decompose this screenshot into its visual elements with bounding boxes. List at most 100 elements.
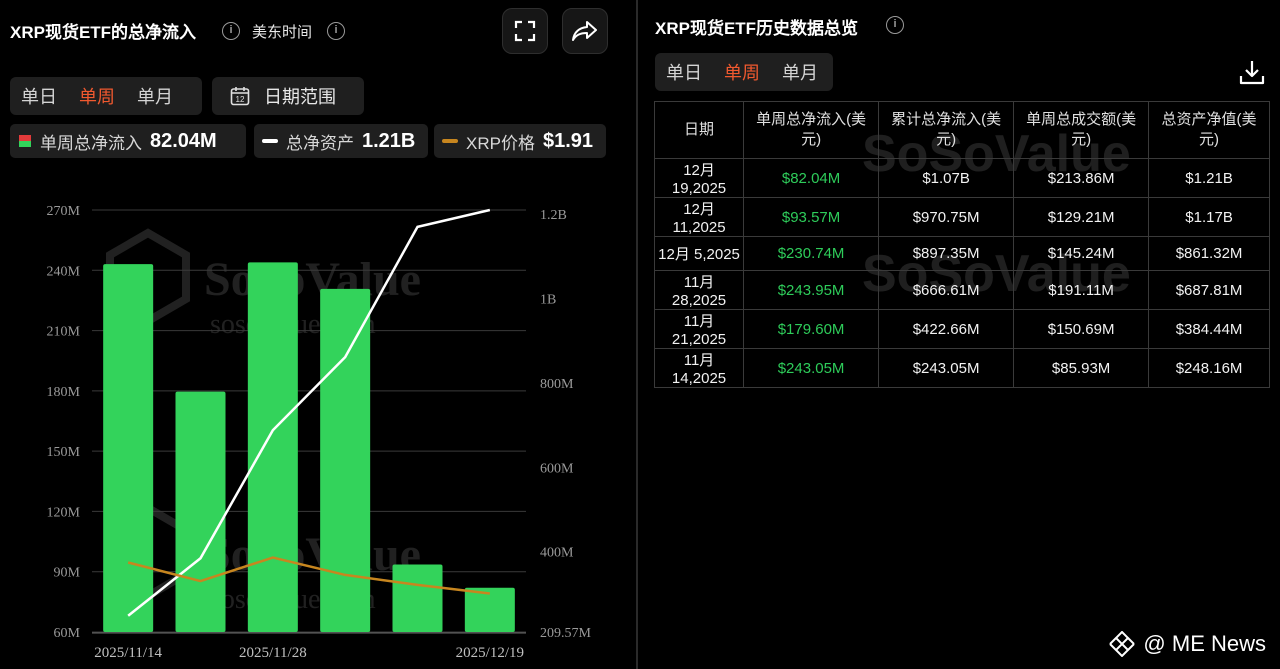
history-tab-month[interactable]: 单月 bbox=[771, 59, 829, 85]
table-cell: 11月 28,2025 bbox=[653, 270, 745, 310]
table-cell: $384.44M bbox=[1148, 309, 1270, 349]
y-right-tick-label: 1B bbox=[540, 293, 556, 308]
table-cell: $897.35M bbox=[878, 236, 1015, 271]
line-legend-icon bbox=[262, 139, 278, 143]
table-cell: $230.74M bbox=[743, 236, 880, 271]
y-left-tick-label: 150M bbox=[47, 445, 81, 460]
table-header-row: 日期 单周总净流入(美元) 累计总净流入(美元) 单周总成交额(美元) 总资产净… bbox=[653, 101, 1270, 159]
header-volume[interactable]: 单周总成交额(美元) bbox=[1013, 101, 1150, 159]
table-cell: $666.61M bbox=[878, 270, 1015, 310]
history-period-tabs: 单日 单周 单月 bbox=[655, 53, 833, 91]
share-icon bbox=[572, 21, 597, 41]
table-cell: $191.11M bbox=[1013, 270, 1150, 310]
table-row[interactable]: 12月 5,2025 $230.74M $897.35M $145.24M $861.3… bbox=[653, 236, 1270, 271]
legend-value: 82.04M bbox=[150, 129, 217, 152]
svg-text:12: 12 bbox=[236, 95, 245, 104]
date-range-label: 日期范围 bbox=[264, 87, 336, 107]
legend-name: XRP价格 bbox=[466, 133, 535, 153]
price-legend-icon bbox=[442, 139, 458, 143]
table-cell: 11月 21,2025 bbox=[653, 309, 745, 349]
header-weekly-inflow[interactable]: 单周总净流入(美元) bbox=[743, 101, 880, 159]
table-cell: $93.57M bbox=[743, 197, 880, 237]
y-right-tick-label: 800M bbox=[540, 377, 574, 392]
calendar-icon: 12 bbox=[230, 87, 250, 106]
y-right-tick-label: 600M bbox=[540, 461, 574, 476]
x-tick-label: 2025/11/14 bbox=[94, 645, 162, 661]
inflow-bar bbox=[103, 264, 154, 632]
y-right-tick-label: 1.2B bbox=[540, 208, 567, 223]
table-cell: $243.05M bbox=[878, 348, 1015, 388]
fullscreen-button[interactable] bbox=[502, 8, 548, 54]
tab-week[interactable]: 单周 bbox=[68, 83, 126, 109]
table-cell: $82.04M bbox=[743, 158, 880, 198]
fullscreen-icon bbox=[514, 20, 536, 42]
y-left-tick-label: 270M bbox=[47, 204, 81, 219]
legend-xrp-price[interactable]: XRP价格 $1.91 bbox=[434, 124, 606, 158]
legend-value: 1.21B bbox=[362, 129, 416, 152]
inflow-bar bbox=[464, 587, 515, 632]
info-icon[interactable]: i bbox=[222, 22, 240, 40]
table-row[interactable]: 11月 21,2025 $179.60M $422.66M $150.69M $384.… bbox=[653, 309, 1270, 349]
brand-watermark: @ ME News bbox=[1109, 631, 1266, 657]
table-cell: $145.24M bbox=[1013, 236, 1150, 271]
table-row[interactable]: 12月 19,2025 $82.04M $1.07B $213.86M $1.21B bbox=[653, 158, 1270, 198]
y-left-tick-label: 210M bbox=[47, 325, 81, 340]
watermark-text: SoSoValue bbox=[204, 528, 421, 581]
table-cell: $85.93M bbox=[1013, 348, 1150, 388]
timezone-info-icon[interactable]: i bbox=[327, 22, 345, 40]
table-cell: $248.16M bbox=[1148, 348, 1270, 388]
y-left-tick-label: 240M bbox=[47, 264, 81, 279]
history-info-icon[interactable]: i bbox=[886, 16, 904, 34]
date-range-button[interactable]: 12 日期范围 bbox=[212, 77, 364, 115]
table-row[interactable]: 11月 28,2025 $243.95M $666.61M $191.11M $687.… bbox=[653, 270, 1270, 310]
table-cell: 11月 14,2025 bbox=[653, 348, 745, 388]
legend-name: 总净资产 bbox=[286, 133, 354, 153]
table-cell: $1.21B bbox=[1148, 158, 1270, 198]
table-cell: $1.07B bbox=[878, 158, 1015, 198]
table-cell: $243.95M bbox=[743, 270, 880, 310]
table-row[interactable]: 12月 11,2025 $93.57M $970.75M $129.21M $1.17B bbox=[653, 197, 1270, 237]
bar-legend-icon bbox=[19, 135, 31, 147]
table-cell: $1.17B bbox=[1148, 197, 1270, 237]
table-cell: 12月 5,2025 bbox=[653, 236, 745, 271]
table-cell: $422.66M bbox=[878, 309, 1015, 349]
brand-text: @ ME News bbox=[1143, 631, 1266, 656]
legend-name: 单周总净流入 bbox=[40, 133, 142, 153]
tab-day[interactable]: 单日 bbox=[10, 83, 68, 109]
table-cell: $861.32M bbox=[1148, 236, 1270, 271]
download-icon[interactable] bbox=[1238, 58, 1266, 86]
inflow-chart: SoSoValuesosovalue.comSoSoValuesosovalue… bbox=[47, 204, 592, 661]
y-right-tick-label: 400M bbox=[540, 546, 574, 561]
x-tick-label: 2025/11/28 bbox=[239, 645, 307, 661]
header-nav[interactable]: 总资产净值(美元) bbox=[1148, 101, 1270, 159]
table-cell: $129.21M bbox=[1013, 197, 1150, 237]
header-cum-inflow[interactable]: 累计总净流入(美元) bbox=[878, 101, 1015, 159]
y-left-tick-label: 60M bbox=[54, 626, 81, 641]
inflow-bar bbox=[175, 391, 226, 632]
table-cell: $213.86M bbox=[1013, 158, 1150, 198]
legend-value: $1.91 bbox=[542, 129, 594, 152]
timezone-label: 美东时间 bbox=[252, 24, 313, 41]
y-left-tick-label: 90M bbox=[54, 566, 81, 581]
tab-month[interactable]: 单月 bbox=[126, 83, 184, 109]
table-cell: 12月 11,2025 bbox=[653, 197, 745, 237]
legend-net-assets[interactable]: 总净资产 1.21B bbox=[254, 124, 428, 158]
history-tab-week[interactable]: 单周 bbox=[713, 59, 771, 85]
panel-divider bbox=[636, 0, 638, 669]
table-cell: $179.60M bbox=[743, 309, 880, 349]
y-left-tick-label: 180M bbox=[47, 385, 81, 400]
table-cell: $970.75M bbox=[878, 197, 1015, 237]
y-left-tick-label: 120M bbox=[47, 505, 81, 520]
table-row[interactable]: 11月 14,2025 $243.05M $243.05M $85.93M $248.1… bbox=[653, 348, 1270, 388]
legend-net-inflow[interactable]: 单周总净流入 82.04M bbox=[10, 124, 246, 158]
inflow-bar bbox=[320, 288, 371, 632]
chart-title: XRP现货ETF的总净流入 bbox=[10, 23, 197, 42]
table-cell: $150.69M bbox=[1013, 309, 1150, 349]
header-date[interactable]: 日期 bbox=[653, 101, 745, 159]
inflow-bar bbox=[247, 262, 298, 632]
y-right-tick-label: 209.57M bbox=[540, 626, 592, 641]
period-tabs: 单日 单周 单月 bbox=[10, 77, 202, 115]
share-button[interactable] bbox=[562, 8, 608, 54]
history-tab-day[interactable]: 单日 bbox=[655, 59, 713, 85]
brand-logo-icon bbox=[1109, 631, 1136, 657]
